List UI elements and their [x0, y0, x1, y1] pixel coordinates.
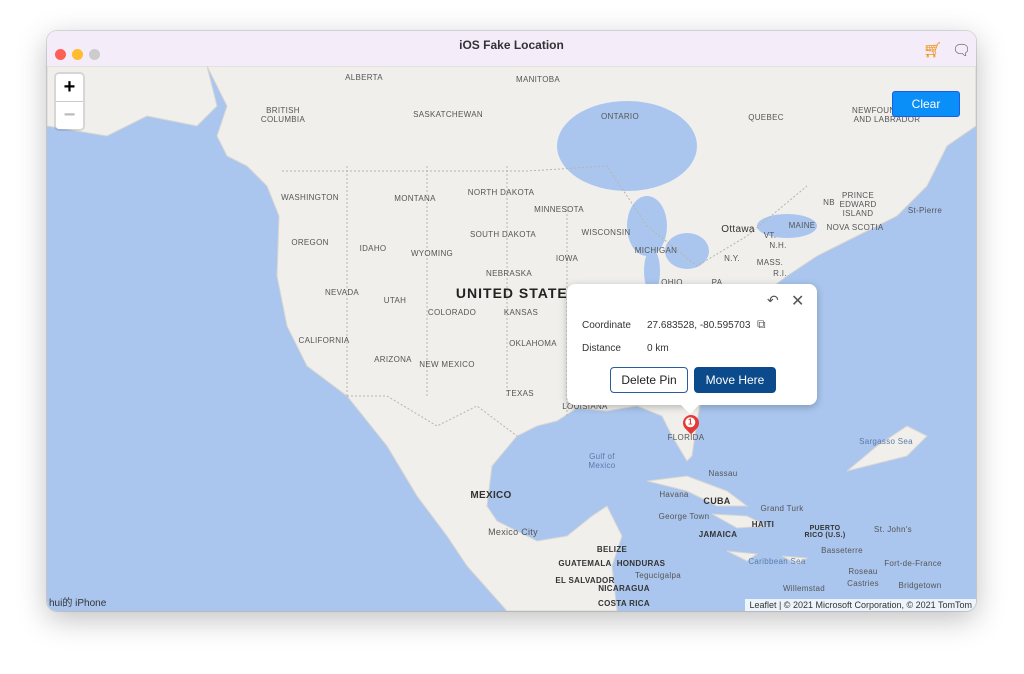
map-label: IOWA	[555, 254, 579, 263]
map-label: WISCONSIN	[581, 228, 631, 237]
map-label: FLORIDA	[667, 433, 705, 442]
zoom-out-button[interactable]: −	[56, 102, 83, 129]
clear-button[interactable]: Clear	[892, 91, 960, 117]
map-label: Roseau	[848, 567, 878, 576]
zoom-control: + −	[56, 74, 83, 129]
map-label: Fort-de-France	[884, 559, 942, 568]
map-label: Grand Turk	[760, 504, 804, 513]
move-here-button[interactable]: Move Here	[694, 367, 776, 393]
map-label: Castries	[847, 579, 879, 588]
pin-number: 1	[685, 417, 696, 428]
map-label: HONDURAS	[616, 559, 666, 568]
map-label: UTAH	[383, 296, 407, 305]
map-label: Bridgetown	[898, 581, 942, 590]
map-label: St-Pierre	[907, 206, 943, 215]
map-label: R.I.	[773, 269, 787, 278]
map-label: Basseterre	[821, 546, 863, 555]
map-label: Ottawa	[721, 224, 755, 235]
map-label: OREGON	[291, 238, 329, 247]
country-label: MEXICO	[470, 490, 512, 501]
map-label: Willemstad	[782, 584, 826, 593]
map-label: NEVADA	[324, 288, 360, 297]
distance-value: 0 km	[647, 343, 669, 354]
map-label: NORTH DAKOTA	[467, 188, 535, 197]
map-label: CUBA	[703, 496, 731, 506]
map-label: N.Y.	[724, 254, 740, 263]
map-label: MINNESOTA	[534, 205, 584, 214]
close-icon[interactable]: ✕	[791, 291, 804, 311]
map-label: VT.	[763, 231, 777, 240]
map-label: SOUTH DAKOTA	[469, 230, 537, 239]
chat-icon[interactable]: 🗨︎	[952, 41, 971, 59]
map-label: NEBRASKA	[486, 269, 532, 278]
map-label: CALIFORNIA	[298, 336, 350, 345]
map-label: IDAHO	[359, 244, 387, 253]
map-label: George Town	[658, 512, 710, 521]
map-label: SASKATCHEWAN	[413, 110, 483, 119]
map-label: WYOMING	[410, 249, 454, 258]
delete-pin-button[interactable]: Delete Pin	[610, 367, 688, 393]
map-label: PRINCE EDWARD ISLAND	[839, 191, 877, 218]
map-label: MONTANA	[394, 194, 436, 203]
map-label: JAMAICA	[698, 530, 738, 539]
map-label: MANITOBA	[515, 75, 561, 84]
sea-label: Caribbean Sea	[748, 557, 806, 566]
cart-icon[interactable]: 🛒︎	[923, 41, 942, 59]
map-label: OKLAHOMA	[509, 339, 557, 348]
map-label: Mexico City	[488, 527, 538, 537]
pin-popup: ↶ ✕ Coordinate 27.683528, -80.595703 ⧉ D…	[567, 284, 817, 414]
map-label: WASHINGTON	[281, 193, 339, 202]
map-label: MAINE	[788, 221, 816, 230]
map-label: Havana	[659, 490, 689, 499]
map-label: St. John's	[874, 525, 912, 534]
map[interactable]: ALBERTA MANITOBA BRITISH COLUMBIA SASKAT…	[47, 66, 976, 611]
map-label: TEXAS	[506, 389, 534, 398]
leaflet-link[interactable]: Leaflet	[749, 600, 776, 610]
map-label: Nassau	[708, 469, 738, 478]
map-label: ALBERTA	[345, 73, 383, 82]
distance-label: Distance	[582, 343, 621, 354]
map-label: Tegucigalpa	[635, 571, 681, 580]
title-bar: iOS Fake Location 🛒︎ 🗨︎	[47, 31, 976, 67]
map-label: GUATEMALA	[558, 559, 612, 568]
map-label: COSTA RICA	[598, 599, 650, 608]
map-label: PUERTO RICO (U.S.)	[804, 525, 846, 539]
map-label: COLORADO	[427, 308, 477, 317]
map-label: KANSAS	[503, 308, 539, 317]
coordinate-value: 27.683528, -80.595703	[647, 320, 751, 331]
map-label: ARIZONA	[374, 355, 412, 364]
attribution-text: | © 2021 Microsoft Corporation, © 2021 T…	[776, 600, 972, 610]
map-label: BELIZE	[596, 545, 628, 554]
copy-icon[interactable]: ⧉	[757, 317, 766, 332]
map-label: QUEBEC	[748, 113, 784, 122]
app-window: iOS Fake Location 🛒︎ 🗨︎ ALBERTA MANITOBA…	[47, 31, 976, 611]
map-label: MASS.	[756, 258, 784, 267]
sea-label: Sargasso Sea	[859, 437, 913, 446]
map-label: NEW MEXICO	[419, 360, 475, 369]
zoom-in-button[interactable]: +	[56, 74, 83, 102]
map-label: ONTARIO	[601, 112, 639, 121]
map-label: MICHIGAN	[634, 246, 678, 255]
map-label: NICARAGUA	[598, 584, 650, 593]
map-label: BRITISH COLUMBIA	[260, 106, 306, 124]
attribution: Leaflet | © 2021 Microsoft Corporation, …	[745, 599, 976, 611]
coordinate-label: Coordinate	[582, 320, 631, 331]
device-name: hui的 iPhone	[49, 598, 107, 609]
map-label: NOVA SCOTIA	[826, 223, 884, 232]
country-label: UNITED STATES	[455, 285, 579, 301]
window-title: iOS Fake Location	[459, 38, 564, 52]
undo-icon[interactable]: ↶	[767, 292, 779, 309]
sea-label: Gulf of Mexico	[588, 452, 616, 470]
map-label: N.H.	[769, 241, 787, 250]
map-label: HAITI	[751, 520, 775, 529]
